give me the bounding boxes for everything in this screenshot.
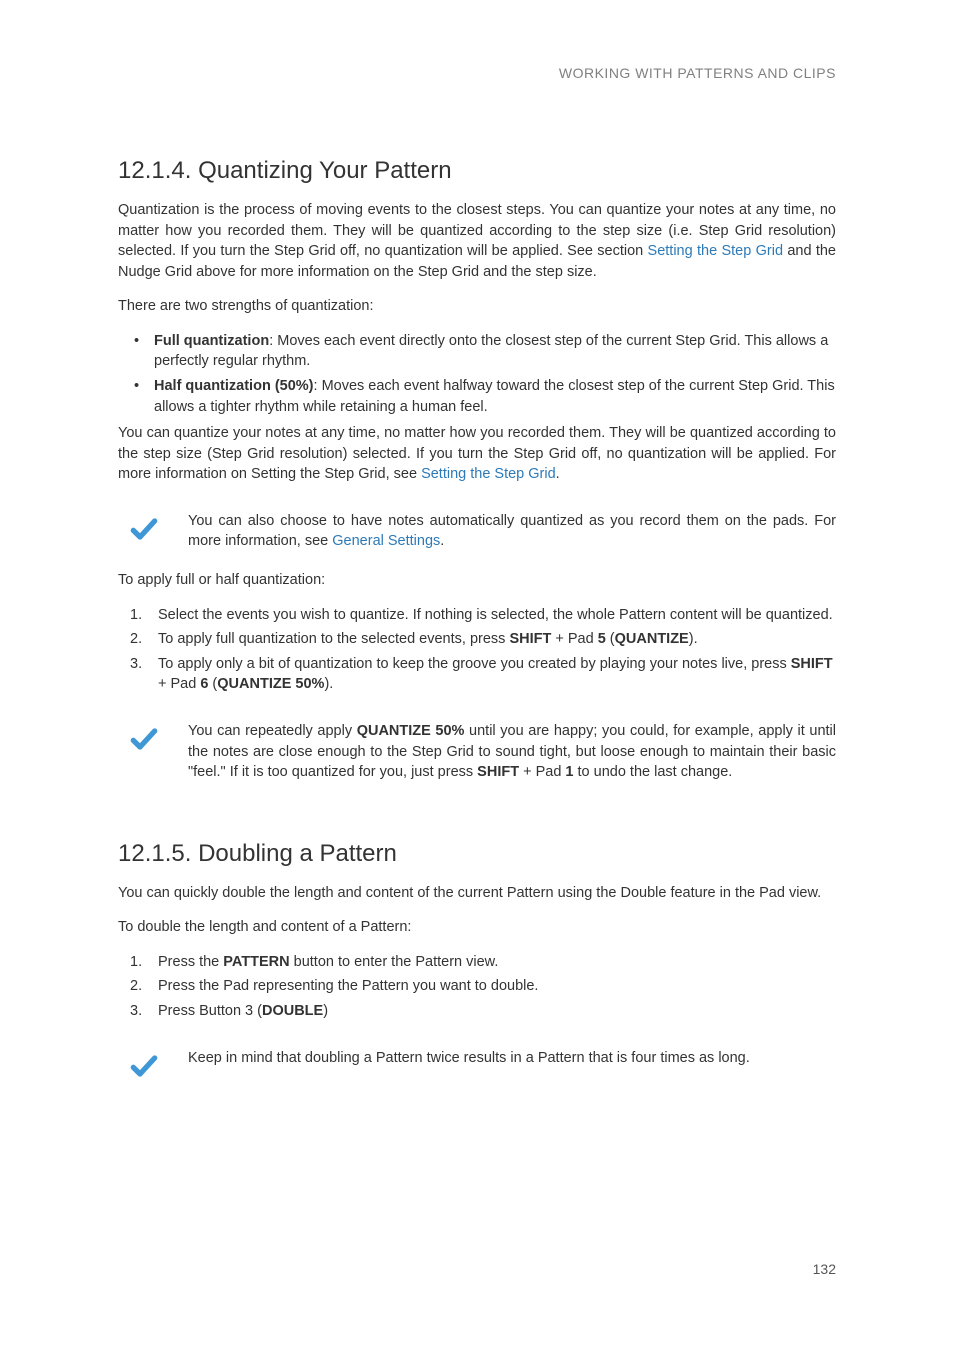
bullet-list: Full quantization: Moves each event dire… <box>118 331 836 417</box>
list-item: Half quantization (50%): Moves each even… <box>140 376 836 417</box>
paragraph: There are two strengths of quantization: <box>118 296 836 317</box>
text: Press the <box>158 954 223 970</box>
text: ( <box>606 631 615 647</box>
text: Select the events you wish to quantize. … <box>158 607 833 623</box>
text: . <box>440 533 444 549</box>
section-heading-quantizing: 12.1.4. Quantizing Your Pattern <box>118 154 836 188</box>
page-number: 132 <box>813 1260 836 1280</box>
text: ). <box>324 676 333 692</box>
label-full-quantization: Full quantization <box>154 333 269 349</box>
text: + Pad <box>519 764 565 780</box>
link-general-settings[interactable]: General Settings <box>332 533 440 549</box>
text: Press the Pad representing the Pattern y… <box>158 978 538 994</box>
pattern-button-label: PATTERN <box>223 954 289 970</box>
text: You can also choose to have notes automa… <box>188 513 836 550</box>
list-item: To apply only a bit of quantization to k… <box>140 654 836 695</box>
tip-body: You can also choose to have notes automa… <box>188 511 836 552</box>
paragraph: To double the length and content of a Pa… <box>118 917 836 938</box>
pad-1: 1 <box>565 764 573 780</box>
link-setting-step-grid[interactable]: Setting the Step Grid <box>421 466 556 482</box>
tip-box: You can also choose to have notes automa… <box>118 511 836 552</box>
tip-box: You can repeatedly apply QUANTIZE 50% un… <box>118 721 836 783</box>
text: ( <box>208 676 217 692</box>
paragraph: You can quantize your notes at any time,… <box>118 423 836 485</box>
checkmark-icon <box>128 723 164 755</box>
tip-body: You can repeatedly apply QUANTIZE 50% un… <box>188 721 836 783</box>
text: + Pad <box>158 676 200 692</box>
label-quantize-50: QUANTIZE 50% <box>217 676 324 692</box>
list-item: Press the Pad representing the Pattern y… <box>140 976 836 997</box>
list-item: Press Button 3 (DOUBLE) <box>140 1001 836 1022</box>
checkmark-icon <box>128 1050 164 1082</box>
text: To apply only a bit of quantization to k… <box>158 656 791 672</box>
checkmark-icon <box>128 513 164 545</box>
text: . <box>556 466 560 482</box>
key-shift: SHIFT <box>791 656 833 672</box>
text: ). <box>689 631 698 647</box>
paragraph: You can quickly double the length and co… <box>118 883 836 904</box>
text: Press Button 3 ( <box>158 1003 262 1019</box>
running-header: WORKING WITH PATTERNS AND CLIPS <box>118 64 836 84</box>
text: ) <box>323 1003 328 1019</box>
ordered-steps: Press the PATTERN button to enter the Pa… <box>118 952 836 1022</box>
page: WORKING WITH PATTERNS AND CLIPS 12.1.4. … <box>0 0 954 1350</box>
ordered-steps: Select the events you wish to quantize. … <box>118 605 836 695</box>
key-shift: SHIFT <box>509 631 551 647</box>
paragraph: Quantization is the process of moving ev… <box>118 200 836 282</box>
list-item: Full quantization: Moves each event dire… <box>140 331 836 372</box>
label-quantize-50: QUANTIZE 50% <box>357 723 465 739</box>
list-item: Select the events you wish to quantize. … <box>140 605 836 626</box>
tip-body: Keep in mind that doubling a Pattern twi… <box>188 1048 836 1069</box>
link-setting-step-grid[interactable]: Setting the Step Grid <box>648 243 783 259</box>
list-item: To apply full quantization to the select… <box>140 629 836 650</box>
pad-5: 5 <box>598 631 606 647</box>
text: to undo the last change. <box>574 764 733 780</box>
text: To apply full quantization to the select… <box>158 631 509 647</box>
double-button-label: DOUBLE <box>262 1003 323 1019</box>
tip-box: Keep in mind that doubling a Pattern twi… <box>118 1048 836 1082</box>
text: + Pad <box>551 631 597 647</box>
key-shift: SHIFT <box>477 764 519 780</box>
list-item: Press the PATTERN button to enter the Pa… <box>140 952 836 973</box>
label-half-quantization: Half quantization (50%) <box>154 378 314 394</box>
label-quantize: QUANTIZE <box>615 631 689 647</box>
text: Keep in mind that doubling a Pattern twi… <box>188 1050 750 1066</box>
text: You can repeatedly apply <box>188 723 357 739</box>
section-heading-doubling: 12.1.5. Doubling a Pattern <box>118 837 836 871</box>
paragraph: To apply full or half quantization: <box>118 570 836 591</box>
text: button to enter the Pattern view. <box>290 954 499 970</box>
